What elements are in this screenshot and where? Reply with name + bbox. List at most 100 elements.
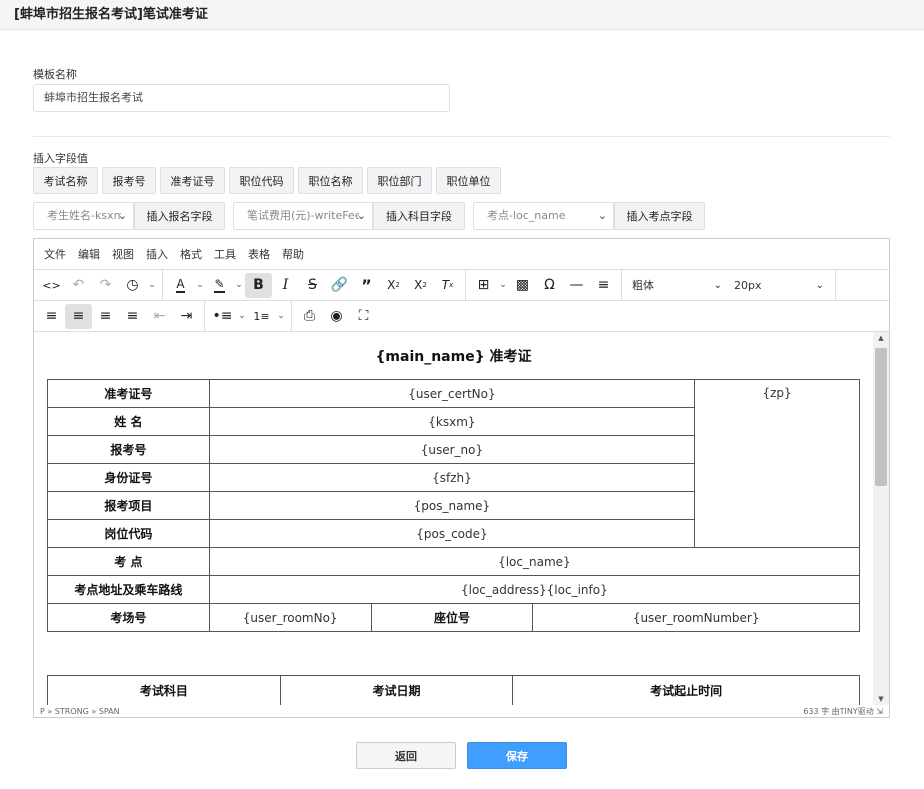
table-cell-label: 报考项目 (47, 491, 210, 520)
number-list-icon[interactable]: 1≡ (248, 304, 275, 329)
align-right-icon[interactable]: ≡ (92, 304, 119, 329)
chevron-down-icon[interactable]: ⌄ (233, 273, 245, 298)
subject-table: 考试科目 考试日期 考试起止时间 (47, 675, 860, 705)
indent-icon[interactable]: ⇥ (173, 304, 200, 329)
menu-file[interactable]: 文件 (44, 246, 66, 262)
table-icon[interactable]: ⊞ (470, 273, 497, 298)
chevron-down-icon[interactable]: ⌄ (146, 273, 158, 298)
table-cell-value: {user_roomNumber} (532, 603, 860, 632)
scroll-down-icon[interactable]: ▼ (873, 695, 889, 703)
scroll-up-icon[interactable]: ▲ (873, 334, 889, 342)
menu-tools[interactable]: 工具 (214, 246, 236, 262)
menu-view[interactable]: 视图 (112, 246, 134, 262)
horizontal-rule-icon[interactable]: — (563, 273, 590, 298)
insert-exam-site-field-button[interactable]: 插入考点字段 (614, 202, 705, 230)
exam-site-field-select[interactable]: 考点-loc_name ⌄ (473, 202, 614, 230)
editor-content-area[interactable]: {main_name} 准考证 准考证号 {user_certNo} {zp} … (34, 332, 873, 705)
field-button-pos-code[interactable]: 职位代码 (229, 167, 294, 194)
photo-placeholder: {zp} (694, 379, 860, 548)
field-button-cert-no[interactable]: 准考证号 (160, 167, 225, 194)
special-char-icon[interactable]: Ω (536, 273, 563, 298)
element-path[interactable]: P » STRONG » SPAN (40, 707, 120, 716)
menu-help[interactable]: 帮助 (282, 246, 304, 262)
table-cell-value: {pos_code} (208, 519, 696, 548)
word-count: 633 字 (803, 706, 830, 716)
menu-insert[interactable]: 插入 (146, 246, 168, 262)
redo-icon[interactable]: ↷ (92, 273, 119, 298)
table-cell-value: {user_certNo} (208, 379, 696, 408)
resize-handle-icon[interactable]: ⇲ (876, 707, 883, 716)
exam-site-field-select-value: 考点-loc_name (487, 209, 566, 222)
scroll-thumb[interactable] (875, 348, 887, 486)
editor-scrollbar[interactable]: ▲ ▼ (873, 332, 889, 705)
chevron-down-icon: ⌄ (117, 209, 127, 222)
menu-table[interactable]: 表格 (248, 246, 270, 262)
chevron-down-icon: ⌄ (815, 279, 824, 291)
registration-field-select[interactable]: 考生姓名-ksxm ⌄ (33, 202, 134, 230)
editor-menubar: 文件 编辑 视图 插入 格式 工具 表格 帮助 (34, 239, 889, 270)
back-button[interactable]: 返回 (356, 742, 456, 769)
font-weight-dropdown[interactable]: 粗体 ⌄ (626, 273, 728, 298)
italic-icon[interactable]: I (272, 273, 299, 298)
template-name-input[interactable]: 蚌埠市招生报名考试 (33, 84, 450, 112)
table-cell-label: 准考证号 (47, 379, 210, 408)
table-row: 考试科目 考试日期 考试起止时间 (47, 675, 860, 705)
align-center-icon[interactable]: ≡ (65, 303, 92, 329)
menu-edit[interactable]: 编辑 (78, 246, 100, 262)
table-cell-value: {user_roomNo} (208, 603, 372, 632)
field-button-exam-name[interactable]: 考试名称 (33, 167, 98, 194)
table-cell-label: 座位号 (370, 603, 534, 632)
chevron-down-icon[interactable]: ⌄ (194, 273, 206, 298)
bold-icon[interactable]: B (245, 272, 272, 298)
field-button-pos-name[interactable]: 职位名称 (298, 167, 363, 194)
bullet-list-icon[interactable]: •≡ (209, 304, 236, 329)
insert-registration-field-button[interactable]: 插入报名字段 (134, 202, 225, 230)
page-title: [蚌埠市招生报名考试]笔试准考证 (0, 0, 924, 30)
preview-icon[interactable]: ◉ (323, 304, 350, 329)
undo-icon[interactable]: ↶ (65, 273, 92, 298)
strikethrough-icon[interactable]: S (299, 273, 326, 298)
table-cell-value: {user_no} (208, 435, 696, 464)
clear-format-icon[interactable]: Tx (434, 273, 461, 298)
page-break-icon[interactable]: ≡ (590, 273, 617, 298)
chevron-down-icon[interactable]: ⌄ (236, 304, 248, 329)
field-button-reg-no[interactable]: 报考号 (102, 167, 156, 194)
table-cell-label: 岗位代码 (47, 519, 210, 548)
table-cell-value: {pos_name} (208, 491, 696, 520)
table-cell-label: 姓 名 (47, 407, 210, 436)
subject-field-select-value: 笔试费用(元)-writeFee (247, 209, 359, 222)
table-cell-label: 考场号 (47, 603, 210, 632)
font-size-dropdown-value: 20px (734, 278, 762, 292)
outdent-icon[interactable]: ⇤ (146, 304, 173, 329)
save-button[interactable]: 保存 (467, 742, 567, 769)
chevron-down-icon[interactable]: ⌄ (497, 273, 509, 298)
source-code-icon[interactable]: <> (38, 273, 65, 298)
print-icon[interactable]: ⎙ (296, 304, 323, 329)
fullscreen-icon[interactable]: ⛶ (350, 304, 377, 329)
table-row: 考 点 {loc_name} (47, 547, 861, 576)
highlight-icon[interactable]: ✎ (206, 273, 233, 298)
field-button-pos-unit[interactable]: 职位单位 (436, 167, 501, 194)
editor-statusbar: P » STRONG » SPAN 633 字 由TINY驱动 ⇲ (34, 705, 889, 717)
table-cell-label: 考 点 (47, 547, 210, 576)
powered-by[interactable]: 由TINY驱动 (832, 707, 874, 716)
font-color-icon[interactable]: A (167, 273, 194, 298)
chevron-down-icon: ⌄ (597, 209, 607, 222)
menu-format[interactable]: 格式 (180, 246, 202, 262)
link-icon[interactable]: 🔗 (326, 273, 353, 298)
insert-subject-field-button[interactable]: 插入科目字段 (373, 202, 465, 230)
history-icon[interactable]: ◷ (119, 273, 146, 298)
table-header-cell: 考试日期 (279, 675, 514, 705)
align-justify-icon[interactable]: ≡ (119, 304, 146, 329)
template-name-label: 模板名称 (33, 68, 77, 81)
image-icon[interactable]: ▩ (509, 273, 536, 298)
subject-field-select[interactable]: 笔试费用(元)-writeFee ⌄ (233, 202, 373, 230)
superscript-icon[interactable]: X2 (407, 273, 434, 298)
field-button-pos-dept[interactable]: 职位部门 (367, 167, 432, 194)
blockquote-icon[interactable]: ” (353, 273, 380, 298)
chevron-down-icon[interactable]: ⌄ (275, 304, 287, 329)
subscript-icon[interactable]: X2 (380, 273, 407, 298)
align-left-icon[interactable]: ≡ (38, 304, 65, 329)
document-title: {main_name} 准考证 (375, 349, 532, 365)
font-size-dropdown[interactable]: 20px ⌄ (728, 273, 830, 298)
